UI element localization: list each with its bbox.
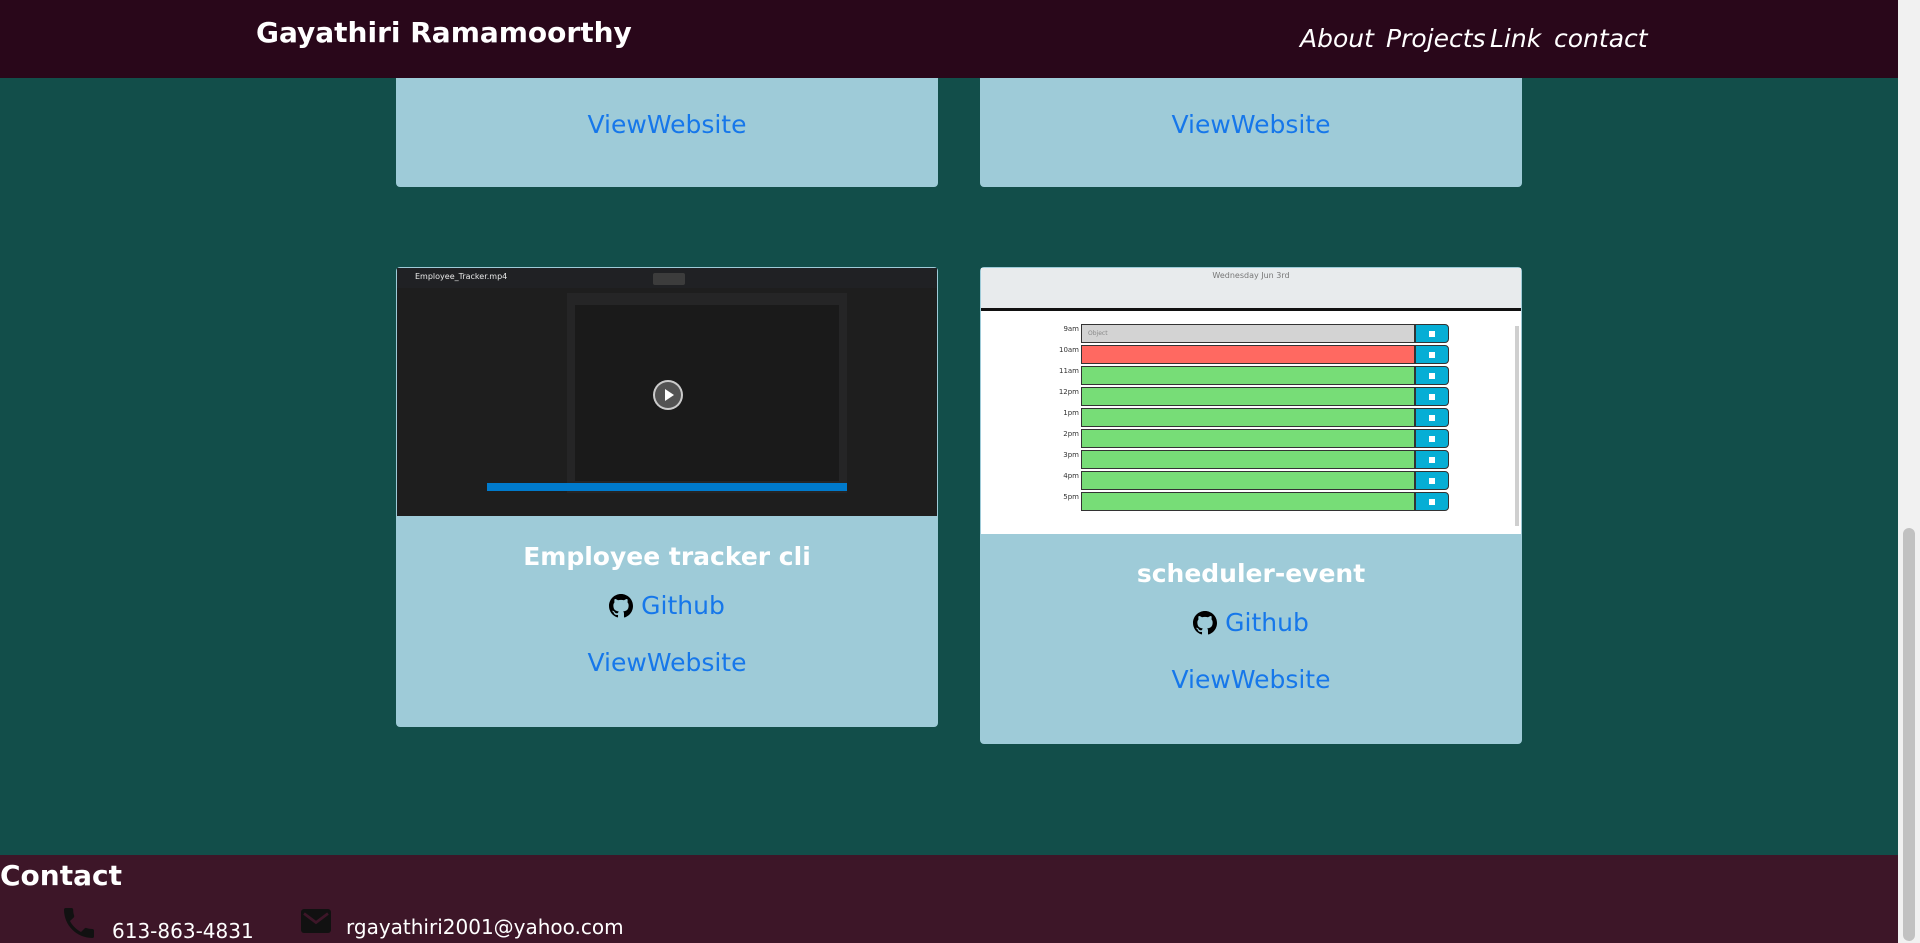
save-icon (1415, 387, 1449, 406)
scheduler-header: Wednesday Jun 3rd (981, 268, 1521, 308)
project-title: Employee tracker cli (523, 542, 811, 571)
project-card-employee-tracker: Employee_Tracker.mp4 Employee tracker cl… (396, 267, 938, 727)
contact-email: rgayathiri2001@yahoo.com (298, 903, 624, 939)
event-slot (1081, 408, 1415, 427)
event-slot (1081, 471, 1415, 490)
save-icon (1415, 324, 1449, 343)
save-icon (1415, 408, 1449, 427)
hour-label: 11am (1058, 367, 1079, 375)
nav-projects[interactable]: Projects (1386, 24, 1486, 53)
github-link[interactable]: Github (396, 591, 938, 624)
hour-label: 5pm (1063, 493, 1079, 501)
event-slot: Object (1081, 324, 1415, 343)
slot-placeholder: Object (1088, 330, 1108, 337)
editor-statusbar (487, 483, 847, 491)
time-row: 11am (1049, 366, 1449, 385)
footer: Contact 613-863-4831 rgayathiri2001@yaho… (0, 855, 1898, 943)
scheduler-date: Wednesday Jun 3rd (1212, 271, 1290, 280)
project-card-scheduler: Wednesday Jun 3rd 9am Object 10am 11am 1… (980, 267, 1522, 744)
hour-label: 2pm (1063, 430, 1079, 438)
project-thumbnail[interactable]: Wednesday Jun 3rd 9am Object 10am 11am 1… (981, 268, 1521, 534)
footer-title: Contact (0, 859, 122, 892)
github-link[interactable]: Github (980, 608, 1522, 641)
time-row: 3pm (1049, 450, 1449, 469)
event-slot (1081, 345, 1415, 364)
event-slot (1081, 450, 1415, 469)
video-toolbar: Employee_Tracker.mp4 (397, 268, 937, 288)
time-row: 10am (1049, 345, 1449, 364)
project-title: scheduler-event (1136, 559, 1366, 588)
hour-label: 10am (1058, 346, 1079, 354)
time-row: 1pm (1049, 408, 1449, 427)
nav-link[interactable]: Link (1490, 24, 1541, 53)
contact-phone: 613-863-4831 (58, 903, 254, 943)
page-scrollbar[interactable] (1898, 0, 1920, 943)
save-icon (1415, 450, 1449, 469)
hour-label: 3pm (1063, 451, 1079, 459)
github-icon (1193, 610, 1218, 635)
github-icon (609, 593, 634, 618)
email-address[interactable]: rgayathiri2001@yahoo.com (346, 915, 624, 939)
github-label: Github (1225, 608, 1309, 637)
view-website-link[interactable]: ViewWebsite (980, 110, 1522, 139)
brand-link[interactable]: Gayathiri Ramamoorthy (256, 16, 632, 49)
scheduler-scrollbar (1515, 326, 1519, 526)
save-icon (1415, 429, 1449, 448)
hour-label: 4pm (1063, 472, 1079, 480)
github-label: Github (641, 591, 725, 620)
hour-label: 9am (1063, 325, 1079, 333)
scrollbar-thumb[interactable] (1903, 528, 1915, 941)
event-slot (1081, 387, 1415, 406)
video-preview: Employee_Tracker.mp4 (397, 268, 937, 516)
save-icon (1415, 345, 1449, 364)
envelope-icon (298, 903, 334, 939)
nav-about[interactable]: About (1300, 24, 1374, 53)
scheduler-preview: Wednesday Jun 3rd 9am Object 10am 11am 1… (981, 268, 1521, 534)
event-slot (1081, 366, 1415, 385)
scheduler-divider (981, 308, 1521, 311)
phone-icon (58, 903, 100, 943)
save-icon (1415, 492, 1449, 511)
hour-label: 12pm (1058, 388, 1079, 396)
editor-sidebar (487, 293, 567, 493)
view-website-link[interactable]: ViewWebsite (396, 110, 938, 139)
time-row: 5pm (1049, 492, 1449, 511)
event-slot (1081, 429, 1415, 448)
save-icon (1415, 366, 1449, 385)
time-row: 2pm (1049, 429, 1449, 448)
nav-contact[interactable]: contact (1554, 24, 1648, 53)
event-slot (1081, 492, 1415, 511)
play-icon[interactable] (653, 380, 683, 410)
video-title: Employee_Tracker.mp4 (415, 272, 508, 281)
phone-number[interactable]: 613-863-4831 (112, 919, 254, 943)
hour-label: 1pm (1063, 409, 1079, 417)
time-row: 4pm (1049, 471, 1449, 490)
save-icon (1415, 471, 1449, 490)
view-website-link[interactable]: ViewWebsite (980, 665, 1522, 694)
project-thumbnail[interactable]: Employee_Tracker.mp4 (397, 268, 937, 516)
editor-terminal (575, 305, 839, 481)
navbar: Gayathiri Ramamoorthy About Projects Lin… (0, 0, 1898, 78)
time-row: 9am Object (1049, 324, 1449, 343)
view-website-link[interactable]: ViewWebsite (396, 648, 938, 677)
time-row: 12pm (1049, 387, 1449, 406)
open-with-button (653, 273, 685, 285)
